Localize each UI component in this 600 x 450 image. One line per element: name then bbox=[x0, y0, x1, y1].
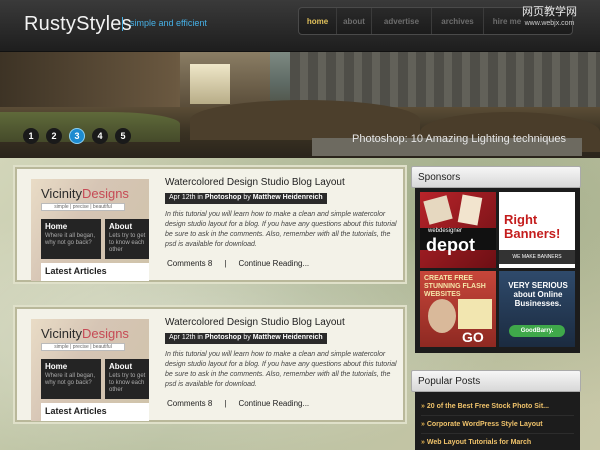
post-category[interactable]: Photoshop bbox=[205, 194, 242, 201]
ad-go-text: GO bbox=[462, 329, 484, 345]
ad-flash-websites[interactable]: CREATE FREE STUNNING FLASH WEBSITES GO bbox=[420, 271, 496, 347]
popular-posts-panel: 20 of the Best Free Stock Photo Sit... C… bbox=[415, 392, 580, 450]
thumbnail-box-text: Where it all began, why not go back? bbox=[45, 373, 96, 386]
thumbnail-box-text: Where it all began, why not go back? bbox=[45, 233, 96, 246]
blog-post: VicinityDesigns simple | precise | beaut… bbox=[15, 167, 405, 282]
post-title[interactable]: Watercolored Design Studio Blog Layout bbox=[165, 177, 345, 188]
link-separator: | bbox=[224, 259, 227, 268]
post-links: Comments 8 | Continue Reading... bbox=[167, 399, 309, 408]
continue-reading-link[interactable]: Continue Reading... bbox=[238, 399, 309, 408]
slider-pagination: 1 2 3 4 5 bbox=[23, 128, 131, 144]
popular-post-link[interactable]: Corporate WordPress Style Layout bbox=[421, 416, 574, 434]
ad-headline: Banners! bbox=[504, 226, 561, 241]
post-thumbnail[interactable]: VicinityDesigns simple | precise | beaut… bbox=[31, 179, 149, 281]
ad-goodbarry[interactable]: VERY SERIOUS about Online Businesses. Go… bbox=[499, 271, 575, 347]
thumbnail-logo-accent: Designs bbox=[81, 186, 129, 201]
thumbnail-box-home: Home Where it all began, why not go back… bbox=[41, 219, 101, 259]
comments-link[interactable]: Comments 8 bbox=[167, 399, 212, 408]
ad-small-text: webdesigner bbox=[428, 228, 463, 234]
post-by: by bbox=[243, 334, 251, 341]
watermark: 网页教学网 www.webjx.com bbox=[522, 6, 577, 30]
popular-post-link[interactable]: Web Layout Tutorials for March bbox=[421, 434, 574, 450]
post-author[interactable]: Matthew Heidenreich bbox=[253, 194, 323, 201]
nav-advertise[interactable]: advertise bbox=[372, 8, 432, 34]
post-thumbnail[interactable]: VicinityDesigns simple | precise | beaut… bbox=[31, 319, 149, 421]
nav-home[interactable]: home bbox=[299, 8, 337, 34]
tagline-divider bbox=[122, 17, 123, 31]
thumbnail-box-title: About bbox=[109, 362, 133, 371]
slide-dot-4[interactable]: 4 bbox=[92, 128, 108, 144]
thumbnail-box-text: Lets try to get to know each other bbox=[109, 373, 146, 393]
post-category[interactable]: Photoshop bbox=[205, 334, 242, 341]
thumbnail-footer: Latest Articles bbox=[41, 403, 149, 421]
thumbnail-box-text: Lets try to get to know each other bbox=[109, 233, 146, 253]
thumbnail-box-about: About Lets try to get to know each other bbox=[105, 219, 149, 259]
continue-reading-link[interactable]: Continue Reading... bbox=[238, 259, 309, 268]
site-header: RustyStyles simple and efficient home ab… bbox=[0, 0, 600, 52]
nav-about[interactable]: about bbox=[337, 8, 372, 34]
site-logo[interactable]: RustyStyles bbox=[24, 13, 132, 36]
hero-caption[interactable]: Photoshop: 10 Amazing Lighting technique… bbox=[352, 133, 566, 145]
watermark-main: 网页教学网 bbox=[522, 6, 577, 18]
ad-big-text: depot bbox=[426, 235, 475, 255]
blog-post: VicinityDesigns simple | precise | beaut… bbox=[15, 307, 405, 422]
thumbnail-logo: VicinityDesigns bbox=[41, 186, 129, 201]
ad-webdesigner-depot[interactable]: webdesigner depot bbox=[420, 192, 496, 268]
post-excerpt: In this tutorial you will learn how to m… bbox=[165, 351, 397, 388]
post-by: by bbox=[243, 194, 251, 201]
post-title[interactable]: Watercolored Design Studio Blog Layout bbox=[165, 317, 345, 328]
sponsors-panel: webdesigner depot Right Banners! WE MAKE… bbox=[415, 188, 580, 353]
nav-archives[interactable]: archives bbox=[432, 8, 484, 34]
thumbnail-box-title: Home bbox=[45, 222, 68, 231]
thumbnail-logo-part: Vicinity bbox=[41, 186, 82, 201]
hero-doorway bbox=[190, 64, 230, 104]
ad-portrait bbox=[428, 299, 456, 333]
ad-tagline: WE MAKE BANNERS bbox=[499, 250, 575, 264]
ad-graphic bbox=[457, 194, 483, 226]
thumbnail-box-home: Home Where it all began, why not go back… bbox=[41, 359, 101, 399]
post-date: Apr 12th in bbox=[169, 194, 203, 201]
sponsors-heading: Sponsors bbox=[411, 166, 581, 188]
post-meta: Apr 12th in Photoshop by Matthew Heidenr… bbox=[165, 193, 327, 204]
slide-dot-1[interactable]: 1 bbox=[23, 128, 39, 144]
ad-box bbox=[458, 299, 492, 329]
thumbnail-box-title: Home bbox=[45, 362, 68, 371]
ad-right-banners[interactable]: Right Banners! WE MAKE BANNERS bbox=[499, 192, 575, 268]
thumbnail-logo-accent: Designs bbox=[81, 326, 129, 341]
thumbnail-box-title: About bbox=[109, 222, 133, 231]
comments-link[interactable]: Comments 8 bbox=[167, 259, 212, 268]
slide-dot-3[interactable]: 3 bbox=[69, 128, 85, 144]
post-links: Comments 8 | Continue Reading... bbox=[167, 259, 309, 268]
post-date: Apr 12th in bbox=[169, 334, 203, 341]
ad-headline: Right bbox=[504, 212, 538, 227]
thumbnail-box-about: About Lets try to get to know each other bbox=[105, 359, 149, 399]
site-tagline: simple and efficient bbox=[130, 18, 207, 28]
thumbnail-logo-part: Vicinity bbox=[41, 326, 82, 341]
ad-button: GoodBarry. bbox=[509, 325, 565, 337]
popular-posts-heading: Popular Posts bbox=[411, 370, 581, 392]
post-author[interactable]: Matthew Heidenreich bbox=[253, 334, 323, 341]
slide-dot-5[interactable]: 5 bbox=[115, 128, 131, 144]
ad-graphic bbox=[423, 195, 453, 225]
slide-dot-2[interactable]: 2 bbox=[46, 128, 62, 144]
post-excerpt: In this tutorial you will learn how to m… bbox=[165, 211, 397, 248]
watermark-sub: www.webjx.com bbox=[524, 20, 575, 27]
thumbnail-subtitle: simple | precise | beautiful bbox=[41, 343, 125, 351]
post-meta: Apr 12th in Photoshop by Matthew Heidenr… bbox=[165, 333, 327, 344]
thumbnail-footer: Latest Articles bbox=[41, 263, 149, 281]
popular-post-link[interactable]: 20 of the Best Free Stock Photo Sit... bbox=[421, 398, 574, 416]
ad-headline: CREATE FREE STUNNING FLASH WEBSITES bbox=[424, 275, 486, 298]
thumbnail-subtitle: simple | precise | beautiful bbox=[41, 203, 125, 211]
thumbnail-logo: VicinityDesigns bbox=[41, 326, 129, 341]
ad-headline: VERY SERIOUS about Online Businesses. bbox=[508, 281, 568, 308]
link-separator: | bbox=[224, 399, 227, 408]
